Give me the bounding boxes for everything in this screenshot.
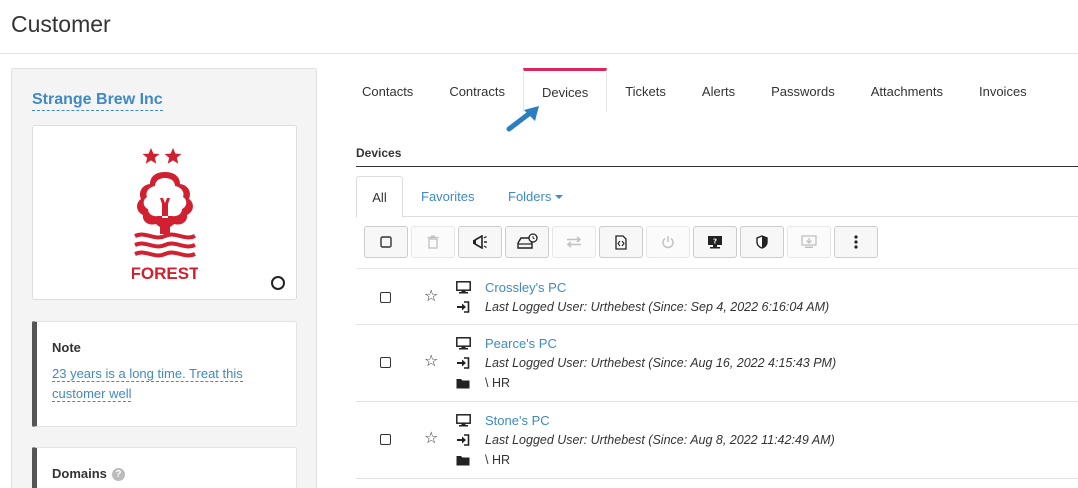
last-user-line: Last Logged User: Urthebest (Since: Aug …	[456, 353, 836, 373]
checkbox-icon	[380, 236, 392, 248]
desktop-icon	[456, 280, 471, 293]
remote-support-button[interactable]: ?	[693, 226, 737, 258]
file-code-icon	[615, 234, 627, 250]
download-monitor-icon	[801, 235, 817, 248]
note-title: Note	[52, 340, 81, 355]
domains-card: Domains?	[32, 447, 297, 488]
subtab-folders[interactable]: Folders	[508, 176, 564, 217]
tab-passwords[interactable]: Passwords	[753, 68, 853, 112]
device-name-link[interactable]: Stone's PC	[485, 413, 550, 428]
last-logged-user: Last Logged User: Urthebest (Since: Aug …	[485, 356, 837, 370]
domains-title: Domains?	[52, 466, 125, 481]
folder-path: \ HR	[485, 376, 510, 390]
remote-desktop-icon: ?	[708, 236, 722, 249]
folder-icon	[456, 378, 470, 388]
customer-logo-box: FOREST	[32, 125, 297, 300]
last-user-line: Last Logged User: Urthebest (Since: Aug …	[456, 430, 835, 450]
schedule-drive-button[interactable]	[505, 226, 549, 258]
last-logged-user: Last Logged User: Urthebest (Since: Aug …	[485, 433, 835, 447]
device-row: ☆ Pearce's PC Last Logged User: Urthebes…	[356, 325, 1078, 402]
row-checkbox[interactable]	[380, 357, 391, 368]
note-card: Note 23 years is a long time. Treat this…	[32, 321, 297, 427]
desktop-icon	[456, 336, 471, 349]
tab-tickets[interactable]: Tickets	[607, 68, 684, 112]
caret-down-icon	[555, 195, 564, 199]
power-button[interactable]	[646, 226, 690, 258]
customer-panel: Strange Brew Inc FOREST Note 23 years is…	[11, 68, 317, 488]
customer-tabs: Contacts Contracts Devices Tickets Alert…	[344, 68, 1045, 112]
drive-clock-icon	[517, 233, 538, 249]
customer-name-link[interactable]: Strange Brew Inc	[32, 91, 163, 111]
power-icon	[662, 236, 674, 249]
trash-icon	[427, 235, 439, 249]
desktop-icon	[456, 413, 471, 426]
more-vertical-icon	[854, 235, 858, 249]
tab-alerts[interactable]: Alerts	[684, 68, 753, 112]
broadcast-button[interactable]	[458, 226, 502, 258]
transfer-button[interactable]	[552, 226, 596, 258]
subtab-favorites[interactable]: Favorites	[421, 176, 474, 217]
sign-in-icon	[457, 357, 470, 369]
folder-line: \ HR	[456, 450, 510, 470]
device-name-line: Pearce's PC	[456, 333, 557, 353]
run-script-button[interactable]	[599, 226, 643, 258]
security-button[interactable]	[740, 226, 784, 258]
section-divider	[356, 166, 1078, 167]
folder-icon	[456, 455, 470, 465]
device-toolbar: ?	[364, 226, 881, 258]
device-row: ☆ Crossley's PC Last Logged User: Urtheb…	[356, 268, 1078, 325]
devices-section-title: Devices	[356, 146, 402, 160]
subtab-all[interactable]: All	[356, 176, 403, 218]
subtab-folders-label: Folders	[508, 189, 552, 204]
device-subtabs: All Favorites Folders	[356, 176, 1078, 218]
note-text-line-1[interactable]: 23 years is a long time. Treat this	[52, 366, 243, 382]
last-user-line: Last Logged User: Urthebest (Since: Sep …	[456, 297, 829, 317]
device-row: ☆ Stone's PC Last Logged User: Urthebest…	[356, 402, 1078, 479]
device-name-line: Crossley's PC	[456, 277, 566, 297]
circle-status-icon[interactable]	[271, 276, 285, 290]
domains-title-label: Domains	[52, 466, 107, 481]
folder-path: \ HR	[485, 453, 510, 467]
device-name-link[interactable]: Pearce's PC	[485, 336, 557, 351]
delete-button[interactable]	[411, 226, 455, 258]
row-checkbox[interactable]	[380, 292, 391, 303]
folder-line: \ HR	[456, 373, 510, 393]
logo-wordmark: FOREST	[132, 264, 198, 283]
device-name-link[interactable]: Crossley's PC	[485, 280, 566, 295]
forest-logo-icon: FOREST	[132, 148, 198, 283]
megaphone-icon	[473, 235, 487, 249]
sign-in-icon	[457, 434, 470, 446]
pointer-arrow-icon	[506, 106, 539, 132]
favorite-star-icon[interactable]: ☆	[424, 354, 438, 370]
favorite-star-icon[interactable]: ☆	[424, 431, 438, 447]
tab-invoices[interactable]: Invoices	[961, 68, 1045, 112]
note-text-line-2[interactable]: customer well	[52, 386, 132, 402]
last-logged-user: Last Logged User: Urthebest (Since: Sep …	[485, 300, 830, 314]
row-checkbox[interactable]	[380, 434, 391, 445]
select-all-button[interactable]	[364, 226, 408, 258]
install-button[interactable]	[787, 226, 831, 258]
svg-text:?: ?	[713, 238, 717, 246]
shield-icon	[756, 235, 768, 249]
note-text[interactable]: 23 years is a long time. Treat this cust…	[52, 364, 252, 404]
tab-contacts[interactable]: Contacts	[344, 68, 431, 112]
tab-attachments[interactable]: Attachments	[853, 68, 961, 112]
page-header: Customer	[0, 0, 1078, 54]
more-actions-button[interactable]	[834, 226, 878, 258]
transfer-icon	[566, 236, 582, 248]
help-icon[interactable]: ?	[111, 468, 125, 481]
device-name-line: Stone's PC	[456, 410, 550, 430]
page-title: Customer	[11, 11, 111, 37]
favorite-star-icon[interactable]: ☆	[424, 289, 438, 305]
sign-in-icon	[457, 301, 470, 313]
